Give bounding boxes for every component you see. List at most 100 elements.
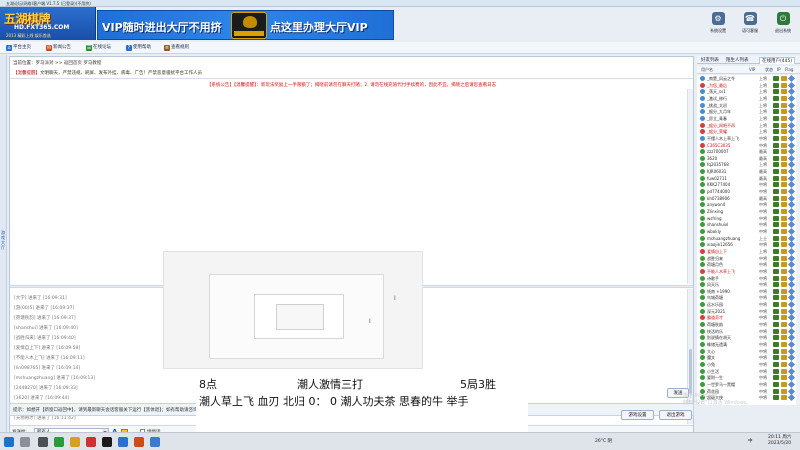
header-ip[interactable]: IP [777,67,781,72]
toolbar-news-label: 新闻公告 [53,45,71,50]
brand-logo-banner[interactable]: 五湖棋牌 HD.FXT365.COM 2013 精彩上线 娱乐首选 [0,7,96,40]
game-app-icon[interactable] [134,437,144,447]
toolbar-home-button[interactable]: ⌂ 平台主页 [6,44,31,52]
avatar-icon [700,95,705,101]
screenshot-frame [276,304,324,330]
qq-icon[interactable] [102,437,112,447]
toolbar-rules-button[interactable]: ≡ 查看规则 [164,44,189,52]
browser-icon[interactable] [118,437,128,447]
window-title: 五湖论坛(网络)客户端 V1.7.5 (已登录)(不用挤) [6,1,91,6]
search-icon[interactable] [20,437,30,447]
avatar-icon [700,328,705,334]
ip-icon [781,169,787,175]
ip-icon [781,142,787,148]
task-view-icon[interactable] [38,437,48,447]
status-icon [773,268,779,274]
status-icon [773,361,779,367]
start-icon[interactable] [4,437,14,447]
chat-line: [不能人木上飞] 进来了 [16:09:11] [14,356,85,361]
tips-line: 【温馨提醒】文明聊天，严禁违规、刷屏、发布外挂、病毒、广告！严禁恶意骚扰平台工作… [13,70,202,76]
ip-icon [781,395,787,401]
header-flag[interactable]: Flag [785,67,793,72]
ip-icon [781,95,787,101]
status-icon [773,102,779,108]
user-list-scrollbar[interactable] [796,75,800,405]
status-icon [773,189,779,195]
ip-icon [781,242,787,248]
support-button[interactable]: ☎ 语可客服 [735,10,765,40]
vip-banner[interactable]: VIP随时进出大厅不用挤 点这里办理大厅VIP [97,10,394,40]
tab-online-users[interactable]: 在线用户(445) [759,57,796,64]
app-icon[interactable] [86,437,96,447]
game-settings-button[interactable]: 游戏设置 [621,410,654,420]
avatar-icon [700,182,705,188]
ip-icon [781,102,787,108]
gear-icon: ⚙ [711,12,725,25]
exit-button[interactable]: ⏻ 退出系统 [768,10,798,40]
clock-time[interactable]: 20:11 周六 [768,434,791,440]
ip-icon [781,189,787,195]
tips-label: 【温馨提醒】 [13,71,40,76]
status-icon [773,195,779,201]
breadcrumb: 当前位置：罗马派对 >> 返回首页 罗马教程 [13,61,102,66]
ime-indicator[interactable]: 中 [748,438,753,444]
avatar-icon [700,342,705,347]
brand-url: HD.FXT365.COM [14,24,70,31]
chat-line: [lin098765] 进来了 [16:09:14] [14,366,81,371]
app-icon[interactable] [150,437,160,447]
wechat-icon[interactable] [54,437,64,447]
header-vip[interactable]: VIP [749,67,755,72]
tab-friends[interactable]: 好友列表 [699,57,721,64]
ip-icon [781,129,787,135]
ip-icon [781,228,787,234]
toolbar-rules-label: 查看规则 [171,45,189,50]
weather-text[interactable]: 26°C 阴 [595,438,612,444]
scrollbar-thumb[interactable] [689,349,692,394]
exit-label: 退出系统 [775,28,791,33]
status-icon [773,395,779,401]
chat-line: [大学] 进来了 [16:09:31] [14,296,67,301]
rules-icon: ≡ [164,45,170,51]
folder-icon[interactable] [70,437,80,447]
message-area-scrollbar[interactable] [687,89,693,284]
status-icon [773,95,779,101]
status-icon [773,328,779,334]
status-icon [773,155,779,161]
avatar-icon [700,255,705,261]
status-icon [773,142,779,148]
toolbar-help-button[interactable]: ? 使用帮助 [126,44,151,52]
avatar-icon [700,155,705,161]
status-icon [773,135,779,141]
online-user-list[interactable]: _南楚_风云之令 上将 _为您_最后 上将 _荡天_ss1 上将 _激试_修行 上将 _挑战_太… [697,75,800,405]
vip-banner-right-text[interactable]: 点这里办理大厅VIP [270,19,368,35]
status-icon [773,255,779,261]
avatar-icon [700,129,705,135]
toolbar-forum-button[interactable]: ☰ 在线论坛 [86,44,111,52]
chat-line: [2448270] 进来了 [16:09:33] [14,386,78,391]
avatar-icon [700,275,705,281]
toolbar-news-button[interactable]: ✉ 新闻公告 [46,44,71,52]
status-icon [773,381,779,387]
ip-icon [781,262,787,268]
status-icon [773,175,779,181]
ip-icon [781,361,787,367]
ip-icon [781,315,787,321]
ip-icon [781,328,787,334]
match-title: 潮人激情三打 [297,378,363,391]
header-status[interactable]: 状态 [765,67,773,73]
header-name[interactable]: 用户名 [701,67,713,73]
main-toolbar: ⌂ 平台主页 ✉ 新闻公告 ☰ 在线论坛 ? 使用帮助 ≡ 查看规则 [0,42,800,54]
avatar-icon [700,89,705,95]
status-icon [773,89,779,95]
avatar-icon [700,242,705,248]
ip-icon [781,342,787,347]
exit-game-button[interactable]: 退出游戏 [659,410,692,420]
tab-strangers[interactable]: 陌生人列表 [724,57,751,64]
game-lobby-side-tab[interactable]: 游戏大厅 [0,55,7,440]
avatar-icon [700,228,705,234]
settings-button[interactable]: ⚙ 系统设置 [703,10,733,40]
status-icon [773,228,779,234]
status-icon [773,162,779,168]
avatar-icon [700,282,705,288]
clock-date[interactable]: 2023/5/20 [768,441,791,446]
